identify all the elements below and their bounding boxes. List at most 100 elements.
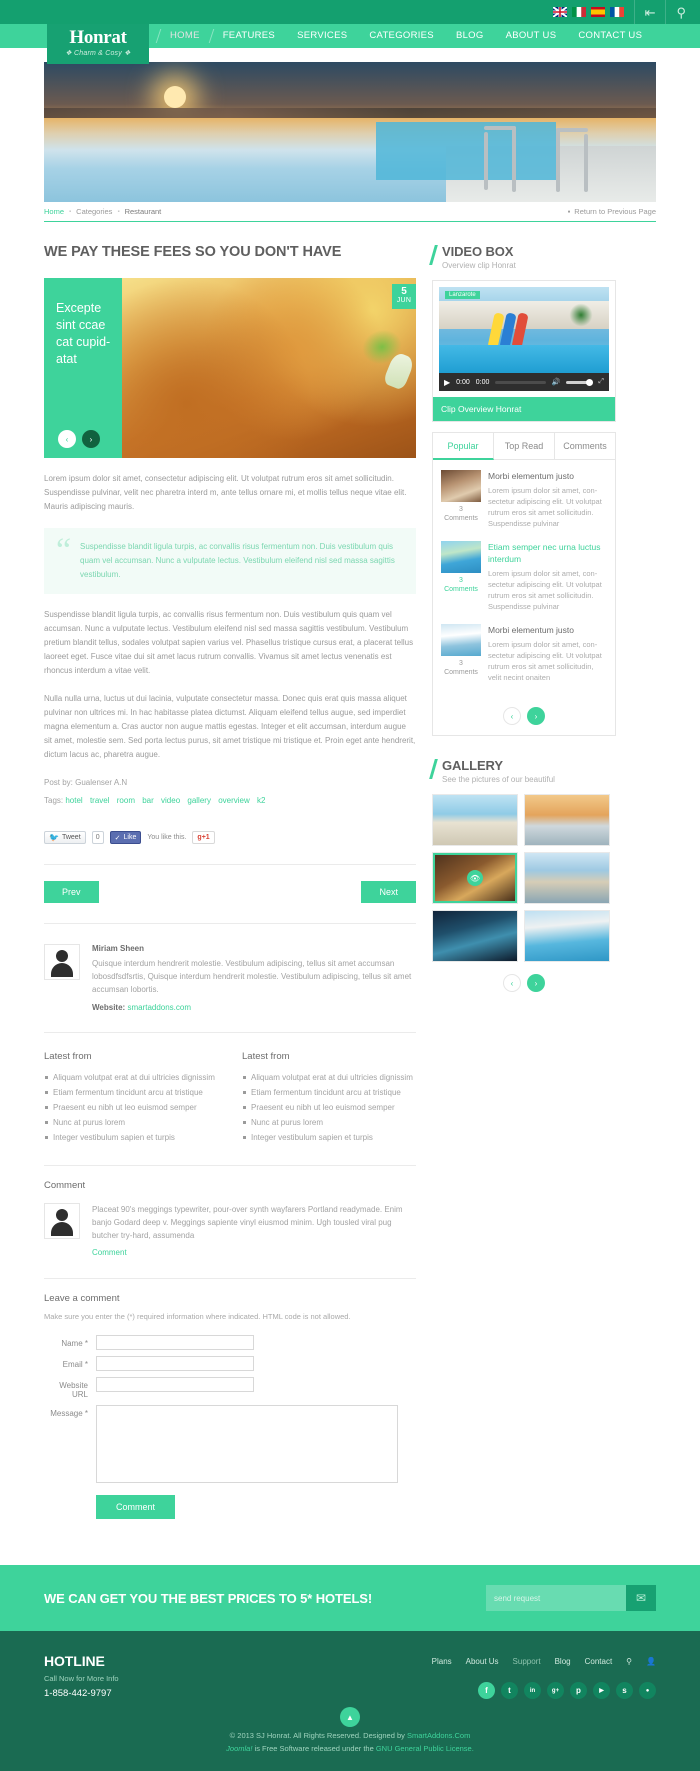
rss-icon[interactable]: ● — [639, 1682, 656, 1699]
list-item[interactable]: 3 Comments Morbi elementum justo Lorem i… — [441, 624, 607, 683]
send-request-input[interactable] — [486, 1585, 626, 1611]
tab-top-read[interactable]: Top Read — [494, 433, 555, 459]
skype-icon[interactable]: s — [616, 1682, 633, 1699]
italy-flag-icon[interactable] — [571, 7, 586, 17]
list-item[interactable]: Nunc at purus lorem — [242, 1115, 416, 1130]
tag-hotel[interactable]: hotel — [65, 796, 82, 805]
tag-gallery[interactable]: gallery — [187, 796, 211, 805]
next-button[interactable]: Next — [361, 881, 416, 903]
breadcrumb-home[interactable]: Home — [44, 207, 64, 216]
pinterest-icon[interactable]: p — [570, 1682, 587, 1699]
list-item[interactable]: Integer vestibulum sapien et turpis — [44, 1130, 218, 1145]
post-title[interactable]: Morbi elementum justo — [488, 624, 607, 636]
submit-comment-button[interactable]: Comment — [96, 1495, 176, 1519]
list-item[interactable]: 3 Comments Morbi elementum justo Lorem i… — [441, 470, 607, 529]
tag-video[interactable]: video — [161, 796, 180, 805]
message-textarea[interactable] — [96, 1405, 398, 1483]
gallery-item-balcony-sea-view[interactable] — [432, 794, 518, 846]
list-item[interactable]: Etiam fermentum tincidunt arcu at tristi… — [242, 1085, 416, 1100]
list-item[interactable]: Praesent eu nibh ut leo euismod semper — [242, 1100, 416, 1115]
twitter-icon[interactable]: t — [501, 1682, 518, 1699]
footer-link-contact[interactable]: Contact — [585, 1657, 613, 1666]
france-flag-icon[interactable] — [609, 7, 624, 17]
linkedin-icon[interactable]: in — [524, 1682, 541, 1699]
slider-prev-button[interactable]: ‹ — [58, 430, 76, 448]
user-icon[interactable]: 👤 — [646, 1657, 656, 1666]
share-icon[interactable]: ⇤ — [645, 6, 656, 19]
topbar-divider-1 — [633, 0, 635, 24]
author-website-link[interactable]: smartaddons.com — [127, 1003, 191, 1012]
nav-item-services[interactable]: SERVICES — [286, 24, 358, 48]
footer-link-support[interactable]: Support — [513, 1657, 541, 1666]
tab-comments[interactable]: Comments — [555, 433, 615, 459]
tab-popular[interactable]: Popular — [433, 433, 494, 460]
list-item[interactable]: Nunc at purus lorem — [44, 1115, 218, 1130]
tag-travel[interactable]: travel — [90, 796, 110, 805]
footer-link-plans[interactable]: Plans — [432, 1657, 452, 1666]
uk-flag-icon[interactable] — [552, 7, 567, 17]
facebook-like-button[interactable]: ✓ Like — [109, 831, 142, 844]
joomla-link[interactable]: Joomla! — [226, 1744, 252, 1753]
volume-icon[interactable]: 🔊 — [552, 378, 561, 386]
google-plus-button[interactable]: g +1 — [192, 831, 215, 844]
gallery-item-bridge-river[interactable] — [524, 852, 610, 904]
gallery-prev-button[interactable]: ‹ — [503, 974, 521, 992]
facebook-icon[interactable]: f — [478, 1682, 495, 1699]
slider-next-button[interactable]: › — [82, 430, 100, 448]
gallery-item-night-resort-pool[interactable] — [432, 910, 518, 962]
gallery-item-hotel-suite-interior[interactable]: 👁 — [432, 852, 518, 904]
tab-next-button[interactable]: › — [527, 707, 545, 725]
send-request-button[interactable]: ✉ — [626, 1585, 656, 1611]
website-url-input[interactable] — [96, 1377, 254, 1392]
like-note: You like this. — [147, 834, 187, 841]
nav-item-categories[interactable]: CATEGORIES — [358, 24, 445, 48]
gpl-link[interactable]: GNU General Public License. — [376, 1744, 474, 1753]
volume-slider[interactable] — [566, 378, 594, 386]
post-title[interactable]: Morbi elementum justo — [488, 470, 607, 482]
tag-room[interactable]: room — [117, 796, 135, 805]
return-bullet-icon: ▪ — [567, 207, 571, 216]
nav-item-contact-us[interactable]: CONTACT US — [567, 24, 653, 48]
footer-link-blog[interactable]: Blog — [555, 1657, 571, 1666]
fullscreen-icon[interactable]: ⤢ — [598, 378, 604, 386]
tag-overview[interactable]: overview — [218, 796, 250, 805]
tab-prev-button[interactable]: ‹ — [503, 707, 521, 725]
email-input[interactable] — [96, 1356, 254, 1371]
nav-item-blog[interactable]: BLOG — [445, 24, 495, 48]
eye-icon[interactable]: 👁 — [467, 870, 483, 886]
list-item[interactable]: Praesent eu nibh ut leo euismod semper — [44, 1100, 218, 1115]
name-input[interactable] — [96, 1335, 254, 1350]
video-thumbnail[interactable]: Lanzarote — [439, 287, 609, 373]
nav-item-features[interactable]: FEATURES — [212, 24, 286, 48]
comment-reply-link[interactable]: Comment — [92, 1248, 127, 1257]
nav-item-home[interactable]: HOME — [159, 24, 211, 48]
list-item[interactable]: Aliquam volutpat erat at dui ultricies d… — [242, 1070, 416, 1085]
list-item[interactable]: 3 Comments Etiam semper nec urna luctus … — [441, 541, 607, 612]
gallery-item-terrace-sunset[interactable] — [524, 794, 610, 846]
list-item[interactable]: Etiam fermentum tincidunt arcu at tristi… — [44, 1085, 218, 1100]
youtube-icon[interactable]: ▶ — [593, 1682, 610, 1699]
site-logo[interactable]: Honrat ❖ Charm & Cosy ❖ — [47, 24, 149, 64]
breadcrumb-categories[interactable]: Categories — [76, 207, 112, 216]
language-flags[interactable] — [552, 7, 624, 17]
tweet-button[interactable]: 🐦 Tweet — [44, 831, 86, 844]
gallery-next-button[interactable]: › — [527, 974, 545, 992]
prev-button[interactable]: Prev — [44, 881, 99, 903]
search-icon[interactable]: ⚲ — [626, 1657, 632, 1666]
spain-flag-icon[interactable] — [590, 7, 605, 17]
return-previous-page-link[interactable]: ▪ Return to Previous Page — [568, 207, 656, 216]
post-title[interactable]: Etiam semper nec urna luctus interdum — [488, 541, 607, 565]
list-item[interactable]: Aliquam volutpat erat at dui ultricies d… — [44, 1070, 218, 1085]
smartaddons-link[interactable]: SmartAddons.Com — [407, 1731, 470, 1740]
tag-bar[interactable]: bar — [142, 796, 154, 805]
search-icon[interactable]: ⚲ — [676, 6, 686, 19]
footer-link-about-us[interactable]: About Us — [466, 1657, 499, 1666]
list-item[interactable]: Integer vestibulum sapien et turpis — [242, 1130, 416, 1145]
googleplus-icon[interactable]: g+ — [547, 1682, 564, 1699]
gallery-item-resort-pool-day[interactable] — [524, 910, 610, 962]
play-icon[interactable]: ▶ — [444, 378, 450, 387]
tag-k2[interactable]: k2 — [257, 796, 265, 805]
nav-item-about-us[interactable]: ABOUT US — [495, 24, 568, 48]
back-to-top-button[interactable]: ▲ — [340, 1707, 360, 1727]
video-progress-bar[interactable] — [495, 380, 546, 384]
